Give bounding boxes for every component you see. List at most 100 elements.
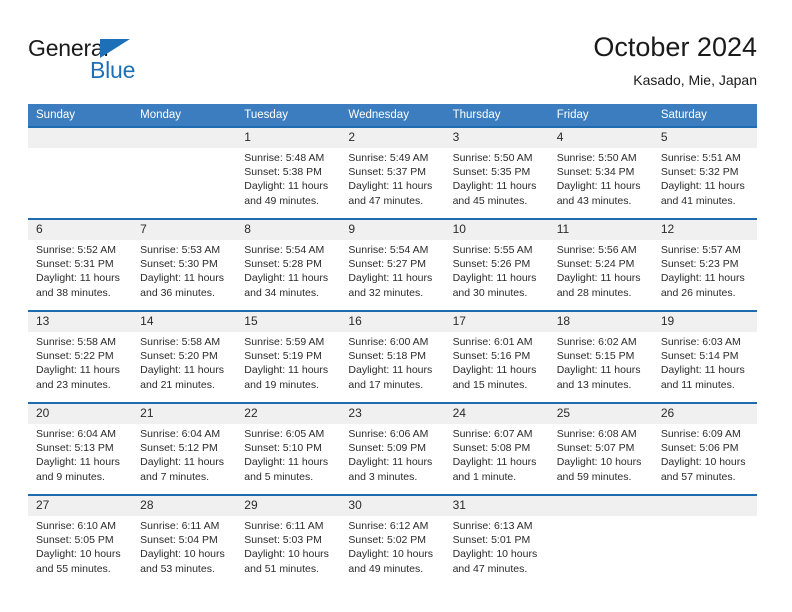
weekday-header-sunday: Sunday	[28, 104, 133, 126]
day-sun-info: Sunrise: 5:53 AM Sunset: 5:30 PM Daylight:…	[132, 240, 236, 300]
daylight-text-line1: Daylight: 11 hours	[660, 180, 745, 193]
calendar-day-cell[interactable]: 13 Sunrise: 5:58 AM Sunset: 5:22 PM Dayligh…	[28, 312, 133, 402]
sunset-text: Sunset: 5:08 PM	[452, 442, 531, 455]
sunrise-text: Sunrise: 6:05 AM	[244, 428, 325, 440]
calendar-day-cell[interactable]: 17 Sunrise: 6:01 AM Sunset: 5:16 PM Dayligh…	[444, 312, 549, 402]
calendar-day-cell[interactable]: 4 Sunrise: 5:50 AM Sunset: 5:34 PM Daylight…	[548, 128, 653, 218]
day-number	[652, 496, 757, 516]
sunrise-text: Sunrise: 6:06 AM	[348, 428, 429, 440]
day-number: 18	[548, 312, 653, 332]
calendar-day-cell[interactable]: 23 Sunrise: 6:06 AM Sunset: 5:09 PM Dayligh…	[340, 404, 445, 494]
calendar-cell-empty	[548, 496, 653, 586]
sunset-text: Sunset: 5:27 PM	[348, 258, 427, 271]
day-number: 12	[652, 220, 757, 240]
daylight-text-line2: and 41 minutes.	[660, 194, 736, 207]
calendar-day-cell[interactable]: 2 Sunrise: 5:49 AM Sunset: 5:37 PM Daylight…	[340, 128, 445, 218]
calendar-day-cell[interactable]: 6 Sunrise: 5:52 AM Sunset: 5:31 PM Daylight…	[28, 220, 133, 310]
daylight-text-line2: and 30 minutes.	[452, 286, 528, 299]
calendar-day-cell[interactable]: 15 Sunrise: 5:59 AM Sunset: 5:19 PM Dayligh…	[236, 312, 341, 402]
day-sun-info: Sunrise: 6:06 AM Sunset: 5:09 PM Daylight:…	[340, 424, 444, 484]
daylight-text-line2: and 7 minutes.	[140, 470, 210, 483]
day-number: 31	[444, 496, 549, 516]
calendar-day-cell[interactable]: 18 Sunrise: 6:02 AM Sunset: 5:15 PM Dayligh…	[548, 312, 653, 402]
calendar-day-cell[interactable]: 21 Sunrise: 6:04 AM Sunset: 5:12 PM Dayligh…	[132, 404, 237, 494]
calendar-day-cell[interactable]: 24 Sunrise: 6:07 AM Sunset: 5:08 PM Dayligh…	[444, 404, 549, 494]
calendar-day-cell[interactable]: 1 Sunrise: 5:48 AM Sunset: 5:38 PM Daylight…	[236, 128, 341, 218]
calendar-day-cell[interactable]: 14 Sunrise: 5:58 AM Sunset: 5:20 PM Dayligh…	[132, 312, 237, 402]
day-number: 4	[548, 128, 653, 148]
sunrise-text: Sunrise: 5:50 AM	[452, 152, 533, 164]
daylight-text-line1: Daylight: 11 hours	[348, 180, 433, 193]
day-number: 9	[340, 220, 445, 240]
calendar-day-cell[interactable]: 16 Sunrise: 6:00 AM Sunset: 5:18 PM Dayligh…	[340, 312, 445, 402]
calendar-week-row: 6 Sunrise: 5:52 AM Sunset: 5:31 PM Daylight…	[28, 220, 757, 310]
sunset-text: Sunset: 5:38 PM	[244, 166, 322, 179]
day-number	[548, 496, 653, 516]
day-number: 26	[652, 404, 757, 424]
day-number: 11	[548, 220, 653, 240]
day-number: 16	[340, 312, 445, 332]
day-sun-info: Sunrise: 5:56 AM Sunset: 5:24 PM Daylight:…	[549, 240, 653, 300]
daylight-text-line2: and 36 minutes.	[140, 286, 215, 299]
calendar-day-cell[interactable]: 30 Sunrise: 6:12 AM Sunset: 5:02 PM Dayligh…	[340, 496, 445, 586]
calendar-day-cell[interactable]: 5 Sunrise: 5:51 AM Sunset: 5:32 PM Daylight…	[652, 128, 757, 218]
calendar-day-cell[interactable]: 19 Sunrise: 6:03 AM Sunset: 5:14 PM Dayligh…	[652, 312, 757, 402]
daylight-text-line1: Daylight: 10 hours	[452, 548, 538, 561]
calendar-day-cell[interactable]: 8 Sunrise: 5:54 AM Sunset: 5:28 PM Daylight…	[236, 220, 341, 310]
sunrise-text: Sunrise: 5:59 AM	[244, 336, 325, 348]
calendar-day-cell[interactable]: 22 Sunrise: 6:05 AM Sunset: 5:10 PM Dayligh…	[236, 404, 341, 494]
calendar-day-cell[interactable]: 9 Sunrise: 5:54 AM Sunset: 5:27 PM Daylight…	[340, 220, 445, 310]
sunrise-text: Sunrise: 5:55 AM	[452, 244, 533, 256]
calendar-day-cell[interactable]: 25 Sunrise: 6:08 AM Sunset: 5:07 PM Dayligh…	[548, 404, 653, 494]
day-number: 8	[236, 220, 341, 240]
daylight-text-line1: Daylight: 11 hours	[556, 364, 641, 377]
calendar-day-cell[interactable]: 7 Sunrise: 5:53 AM Sunset: 5:30 PM Daylight…	[132, 220, 237, 310]
daylight-text-line2: and 49 minutes.	[348, 562, 424, 575]
daylight-text-line1: Daylight: 11 hours	[452, 180, 537, 193]
sunset-text: Sunset: 5:09 PM	[348, 442, 427, 455]
sunrise-text: Sunrise: 6:12 AM	[348, 520, 429, 532]
calendar-day-cell[interactable]: 10 Sunrise: 5:55 AM Sunset: 5:26 PM Dayligh…	[444, 220, 549, 310]
daylight-text-line2: and 11 minutes.	[660, 378, 735, 391]
calendar-day-cell[interactable]: 11 Sunrise: 5:56 AM Sunset: 5:24 PM Dayligh…	[548, 220, 653, 310]
day-number: 6	[28, 220, 133, 240]
sunrise-text: Sunrise: 6:11 AM	[140, 520, 220, 532]
daylight-text-line2: and 45 minutes.	[452, 194, 528, 207]
day-sun-info: Sunrise: 6:11 AM Sunset: 5:03 PM Daylight:…	[236, 516, 340, 576]
sunrise-text: Sunrise: 5:54 AM	[244, 244, 325, 256]
daylight-text-line1: Daylight: 10 hours	[140, 548, 225, 561]
sunset-text: Sunset: 5:19 PM	[244, 350, 322, 363]
daylight-text-line2: and 5 minutes.	[244, 470, 314, 483]
weekday-header-monday: Monday	[132, 104, 237, 126]
daylight-text-line2: and 19 minutes.	[244, 378, 319, 391]
daylight-text-line2: and 26 minutes.	[660, 286, 736, 299]
calendar-day-cell[interactable]: 28 Sunrise: 6:11 AM Sunset: 5:04 PM Dayligh…	[132, 496, 237, 586]
daylight-text-line1: Daylight: 10 hours	[556, 456, 642, 469]
calendar-day-cell[interactable]: 20 Sunrise: 6:04 AM Sunset: 5:13 PM Dayligh…	[28, 404, 133, 494]
weekday-header-thursday: Thursday	[444, 104, 549, 126]
day-sun-info: Sunrise: 6:05 AM Sunset: 5:10 PM Daylight:…	[236, 424, 340, 484]
daylight-text-line1: Daylight: 11 hours	[36, 456, 120, 469]
day-number: 1	[236, 128, 341, 148]
daylight-text-line2: and 51 minutes.	[244, 562, 319, 575]
daylight-text-line2: and 1 minute.	[452, 470, 517, 483]
day-number: 3	[444, 128, 549, 148]
calendar-day-cell[interactable]: 31 Sunrise: 6:13 AM Sunset: 5:01 PM Dayligh…	[444, 496, 549, 586]
sunset-text: Sunset: 5:28 PM	[244, 258, 322, 271]
sunrise-text: Sunrise: 5:52 AM	[36, 244, 116, 256]
sunrise-text: Sunrise: 5:50 AM	[556, 152, 637, 164]
day-number: 27	[28, 496, 133, 516]
general-blue-logo[interactable]: General Blue	[28, 36, 178, 92]
sunset-text: Sunset: 5:32 PM	[660, 166, 739, 179]
day-sun-info: Sunrise: 6:12 AM Sunset: 5:02 PM Daylight:…	[340, 516, 444, 576]
calendar-day-cell[interactable]: 3 Sunrise: 5:50 AM Sunset: 5:35 PM Daylight…	[444, 128, 549, 218]
title-block: October 2024 Kasado, Mie, Japan	[593, 30, 757, 90]
calendar-day-cell[interactable]: 27 Sunrise: 6:10 AM Sunset: 5:05 PM Dayligh…	[28, 496, 133, 586]
sunset-text: Sunset: 5:26 PM	[452, 258, 531, 271]
day-sun-info: Sunrise: 5:48 AM Sunset: 5:38 PM Daylight:…	[236, 148, 340, 208]
day-number: 15	[236, 312, 341, 332]
calendar-day-cell[interactable]: 12 Sunrise: 5:57 AM Sunset: 5:23 PM Dayligh…	[652, 220, 757, 310]
calendar-day-cell[interactable]: 26 Sunrise: 6:09 AM Sunset: 5:06 PM Dayligh…	[652, 404, 757, 494]
daylight-text-line1: Daylight: 11 hours	[140, 364, 224, 377]
calendar-day-cell[interactable]: 29 Sunrise: 6:11 AM Sunset: 5:03 PM Dayligh…	[236, 496, 341, 586]
